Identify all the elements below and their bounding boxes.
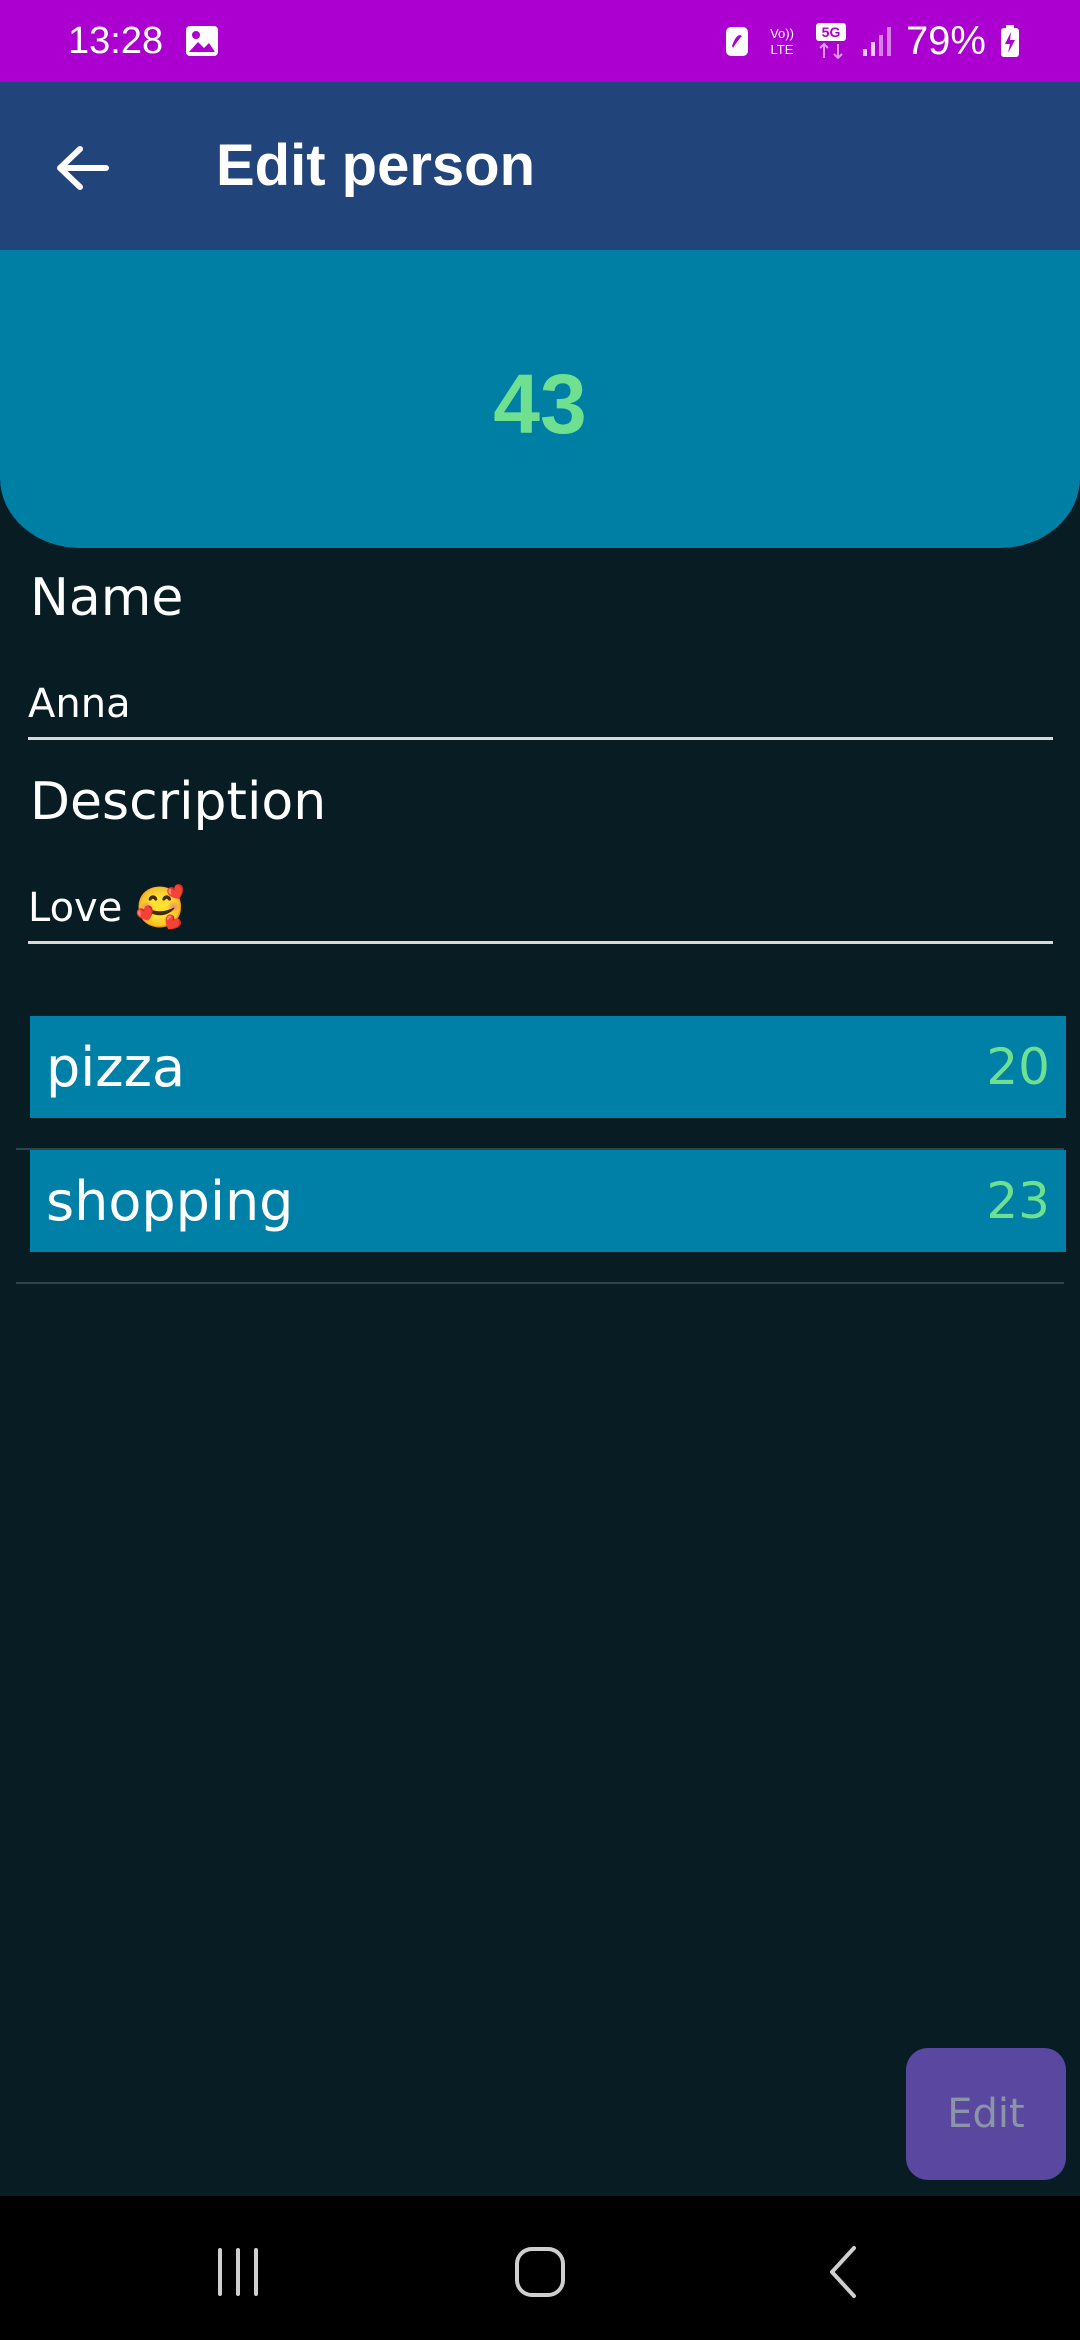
status-left: 13:28 — [68, 20, 219, 63]
back-button[interactable] — [40, 126, 124, 210]
total-value: 43 — [493, 356, 587, 451]
svg-text:Vo)): Vo)) — [770, 26, 794, 41]
battery-percent: 79% — [905, 18, 986, 63]
tag-bar: pizza 20 — [30, 1016, 1066, 1118]
status-bar: 13:28 Vo)) LTE 5G 79% — [0, 0, 1080, 82]
home-icon — [515, 2247, 565, 2297]
edit-button[interactable]: Edit — [906, 2048, 1066, 2180]
tag-name: shopping — [46, 1169, 294, 1233]
total-card: 43 — [0, 250, 1080, 548]
system-back-button[interactable] — [804, 2232, 884, 2312]
name-label: Name — [30, 568, 184, 628]
5g-icon: 5G — [814, 22, 848, 60]
5g-label: 5G — [822, 24, 841, 40]
home-button[interactable] — [500, 2232, 580, 2312]
tag-count: 23 — [986, 1172, 1050, 1230]
tag-row-pizza[interactable]: pizza 20 — [16, 1016, 1066, 1150]
status-time: 13:28 — [68, 19, 164, 62]
recents-icon — [218, 2248, 258, 2296]
name-input[interactable] — [28, 670, 1053, 740]
volte-icon: Vo)) LTE — [764, 23, 800, 59]
tag-row-shopping[interactable]: shopping 23 — [16, 1150, 1066, 1284]
description-label: Description — [30, 772, 327, 832]
svg-text:LTE: LTE — [770, 42, 793, 57]
tag-count: 20 — [986, 1038, 1050, 1096]
tag-name: pizza — [46, 1035, 186, 1099]
battery-charging-icon — [1000, 24, 1020, 58]
app-bar: Edit person — [0, 82, 1080, 250]
system-nav-bar — [0, 2196, 1080, 2340]
chevron-left-icon — [830, 2246, 856, 2298]
arrow-left-icon — [57, 146, 109, 190]
battery-saver-icon — [724, 24, 750, 58]
gallery-icon — [185, 25, 219, 57]
tag-bar: shopping 23 — [30, 1150, 1066, 1252]
signal-icon — [862, 25, 892, 57]
recents-button[interactable] — [198, 2232, 278, 2312]
status-right: Vo)) LTE 5G 79% — [724, 19, 1020, 64]
page-title: Edit person — [216, 133, 536, 198]
description-input[interactable] — [28, 874, 1053, 944]
